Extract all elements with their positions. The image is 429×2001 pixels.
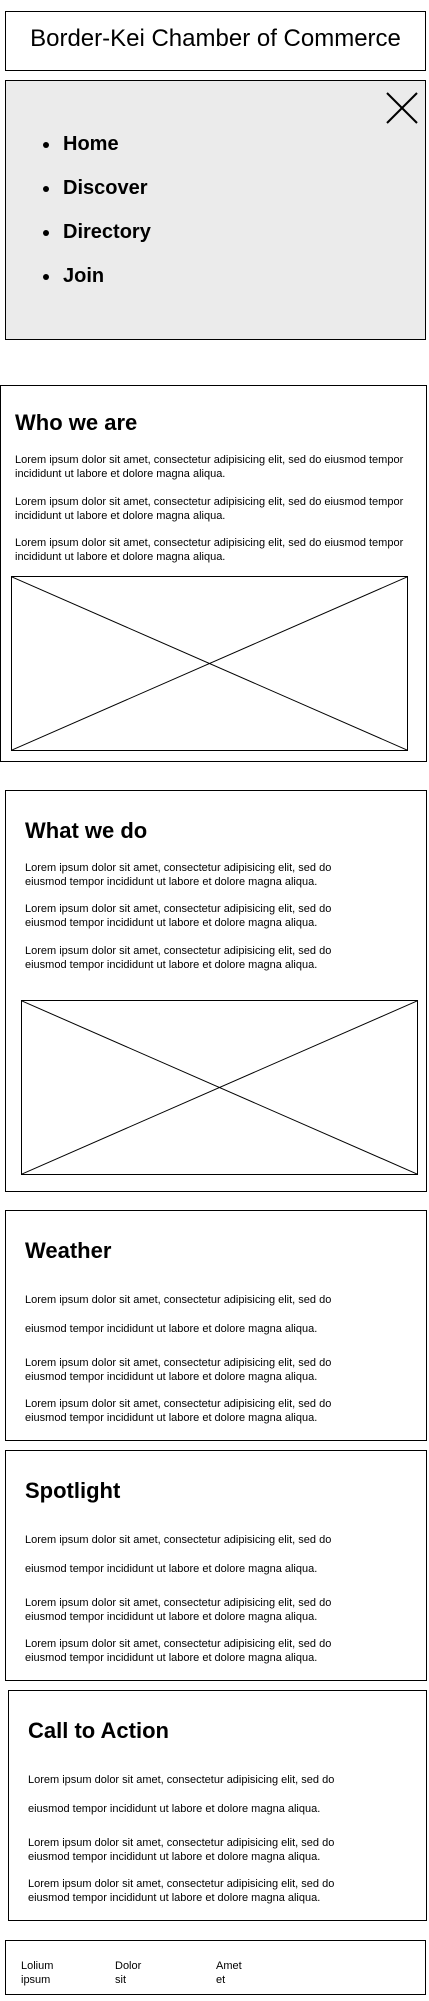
footer-link[interactable]: Lolium (21, 1959, 53, 1973)
nav-list: Home Discover Directory Join (61, 133, 151, 305)
image-placeholder-cross (22, 1001, 417, 1174)
footer-link[interactable]: Amet (216, 1959, 242, 1973)
section-weather: Weather Lorem ipsum dolor sit amet, cons… (5, 1210, 427, 1441)
footer-link[interactable]: et (216, 1973, 242, 1987)
section-paragraph: Lorem ipsum dolor sit amet, consectetur … (25, 1597, 332, 1623)
footer-link[interactable]: sit (115, 1973, 141, 1987)
section-paragraph: Lorem ipsum dolor sit amet, consectetur … (15, 454, 404, 480)
section-paragraph: Lorem ipsum dolor sit amet, consectetur … (28, 1774, 335, 1786)
section-title: Who we are (15, 410, 138, 435)
section-paragraph: eiusmod tempor incididunt ut labore et d… (25, 1323, 318, 1335)
image-placeholder-cross (12, 577, 407, 750)
site-title: Border-Kei Chamber of Commerce (30, 25, 401, 52)
footer-link[interactable]: Dolor (115, 1959, 141, 1973)
section-title: Spotlight (25, 1478, 121, 1503)
section-paragraph: Lorem ipsum dolor sit amet, consectetur … (28, 1878, 335, 1904)
nav-item-directory[interactable]: Directory (61, 221, 151, 265)
section-paragraph: Lorem ipsum dolor sit amet, consectetur … (25, 1357, 332, 1383)
section-title: What we do (25, 818, 148, 843)
footer-column-3: Amet et (216, 1959, 242, 1987)
footer-column-2: Dolor sit (115, 1959, 141, 1987)
section-title: Weather (25, 1238, 112, 1263)
site-header: Border-Kei Chamber of Commerce (5, 11, 426, 71)
section-paragraph: Lorem ipsum dolor sit amet, consectetur … (25, 862, 332, 888)
section-paragraph: eiusmod tempor incididunt ut labore et d… (25, 1563, 318, 1575)
image-placeholder (11, 576, 408, 751)
section-paragraph: Lorem ipsum dolor sit amet, consectetur … (25, 945, 332, 971)
section-who-we-are: Who we are Lorem ipsum dolor sit amet, c… (0, 385, 427, 762)
section-spotlight: Spotlight Lorem ipsum dolor sit amet, co… (5, 1450, 427, 1681)
section-paragraph: eiusmod tempor incididunt ut labore et d… (28, 1803, 321, 1815)
nav-menu: Home Discover Directory Join (5, 80, 426, 340)
image-placeholder (21, 1000, 418, 1175)
section-paragraph: Lorem ipsum dolor sit amet, consectetur … (15, 537, 404, 563)
nav-item-join[interactable]: Join (61, 265, 151, 305)
nav-item-discover[interactable]: Discover (61, 177, 151, 221)
site-footer: Lolium ipsum Dolor sit Amet et (5, 1940, 426, 1995)
section-title: Call to Action (28, 1718, 169, 1743)
section-what-we-do: What we do Lorem ipsum dolor sit amet, c… (5, 790, 427, 1192)
section-paragraph: Lorem ipsum dolor sit amet, consectetur … (28, 1837, 335, 1863)
footer-column-1: Lolium ipsum (21, 1959, 53, 1987)
section-paragraph: Lorem ipsum dolor sit amet, consectetur … (25, 1294, 332, 1306)
close-icon[interactable] (385, 91, 419, 125)
section-paragraph: Lorem ipsum dolor sit amet, consectetur … (25, 1534, 332, 1546)
section-paragraph: Lorem ipsum dolor sit amet, consectetur … (25, 903, 332, 929)
section-paragraph: Lorem ipsum dolor sit amet, consectetur … (25, 1398, 332, 1424)
footer-link[interactable]: ipsum (21, 1973, 53, 1987)
nav-item-home[interactable]: Home (61, 133, 151, 177)
section-call-to-action: Call to Action Lorem ipsum dolor sit ame… (8, 1690, 427, 1921)
section-paragraph: Lorem ipsum dolor sit amet, consectetur … (15, 496, 404, 522)
section-paragraph: Lorem ipsum dolor sit amet, consectetur … (25, 1638, 332, 1664)
